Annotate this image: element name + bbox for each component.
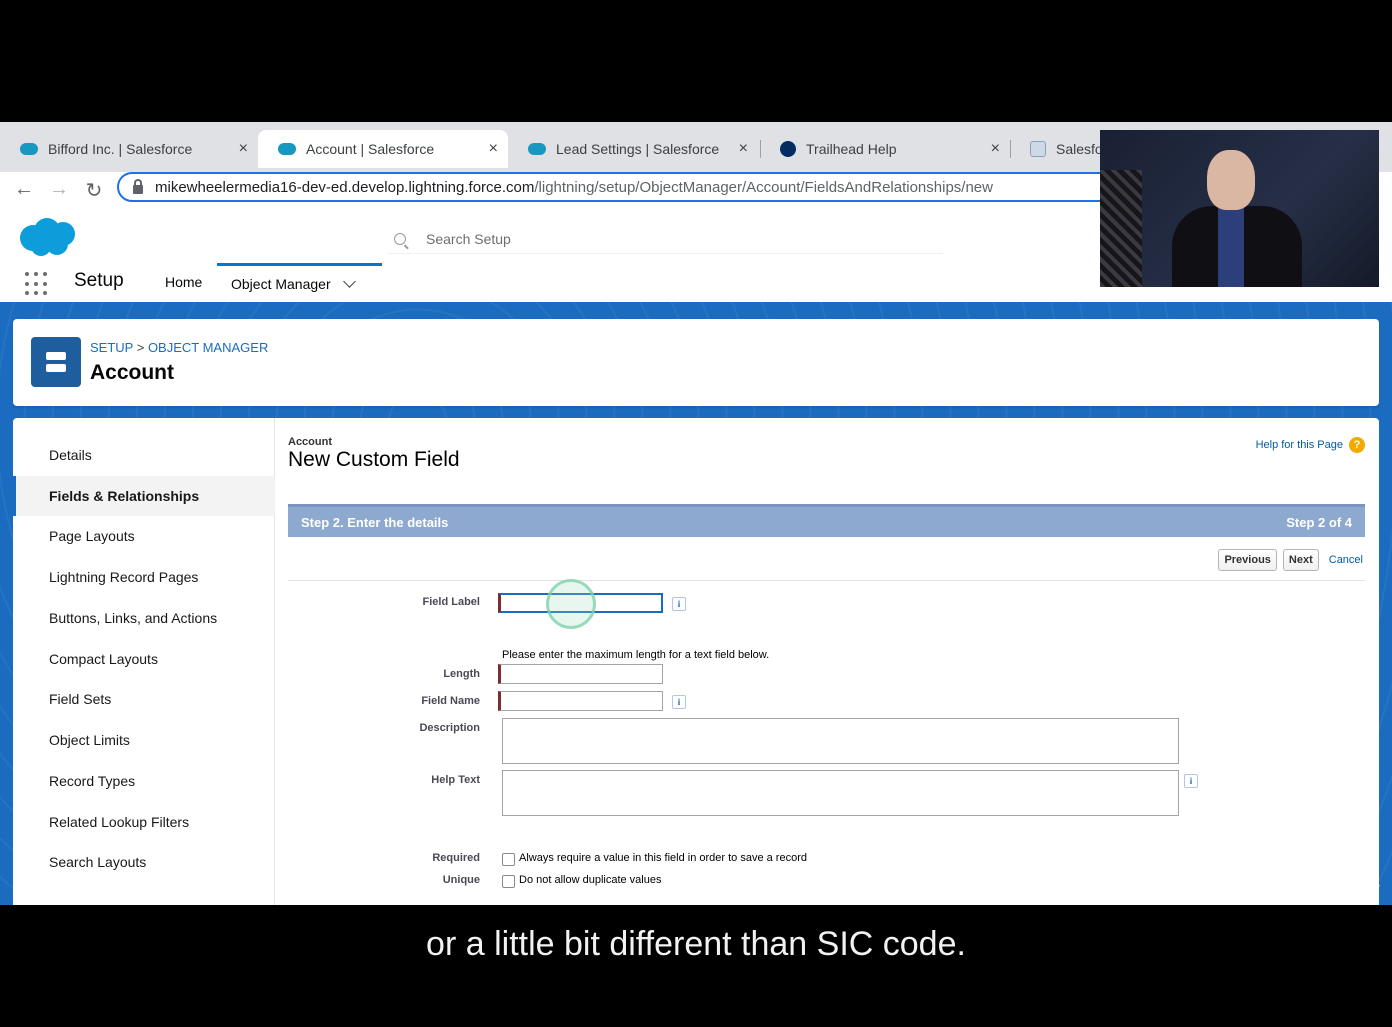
app-name: Setup bbox=[74, 270, 124, 291]
unique-label: Unique bbox=[442, 874, 480, 886]
help-text-label: Help Text bbox=[431, 774, 480, 786]
field-label-label: Field Label bbox=[422, 596, 480, 608]
object-sidebar-nav: Details Fields & Relationships Page Layo… bbox=[13, 418, 275, 905]
udemy-watermark: Ûdemy bbox=[1338, 880, 1380, 895]
field-name-label: Field Name bbox=[421, 695, 480, 707]
search-placeholder: Search Setup bbox=[426, 230, 511, 247]
search-icon bbox=[394, 232, 406, 245]
help-text-textarea[interactable] bbox=[502, 770, 1179, 816]
help-link-label: Help for this Page bbox=[1255, 439, 1343, 451]
breadcrumb-setup[interactable]: SETUP bbox=[90, 340, 133, 355]
required-label: Required bbox=[432, 852, 480, 864]
webcam-shelf bbox=[1100, 170, 1142, 287]
new-custom-field-form: Account New Custom Field Help for this P… bbox=[275, 418, 1379, 905]
video-frame: Bifford Inc. | Salesforce × Account | Sa… bbox=[0, 0, 1392, 1027]
previous-button[interactable]: Previous bbox=[1218, 549, 1277, 571]
browser-tab-account[interactable]: Account | Salesforce × bbox=[258, 130, 508, 168]
object-layers-icon bbox=[31, 337, 81, 387]
field-label-info-icon[interactable]: i bbox=[672, 597, 686, 611]
salesforce-favicon-icon bbox=[278, 143, 296, 155]
length-hint-text: Please enter the maximum length for a te… bbox=[502, 649, 770, 661]
webcam-person-shirt bbox=[1218, 208, 1244, 287]
salesforce-help-favicon-icon bbox=[1030, 141, 1046, 157]
app-launcher-icon[interactable] bbox=[25, 272, 49, 296]
salesforce-favicon-icon bbox=[528, 143, 546, 155]
help-text-info-icon[interactable]: i bbox=[1184, 774, 1198, 788]
object-detail-card: Details Fields & Relationships Page Layo… bbox=[13, 418, 1379, 905]
unique-checkbox-text: Do not allow duplicate values bbox=[519, 874, 662, 886]
wizard-button-row: Previous Next Cancel bbox=[1218, 549, 1363, 571]
setup-content-area: SETUP > OBJECT MANAGER Account Details F… bbox=[0, 302, 1392, 905]
browser-tab-bifford[interactable]: Bifford Inc. | Salesforce × bbox=[0, 130, 258, 168]
browser-tab-lead-settings[interactable]: Lead Settings | Salesforce × bbox=[508, 130, 758, 168]
tab-title: Trailhead Help bbox=[806, 141, 897, 157]
page-title: Account bbox=[90, 361, 174, 384]
instructor-webcam bbox=[1100, 130, 1379, 287]
cancel-link[interactable]: Cancel bbox=[1329, 554, 1363, 566]
salesforce-favicon-icon bbox=[20, 143, 38, 155]
sidebar-item-details[interactable]: Details bbox=[13, 435, 275, 475]
field-name-info-icon[interactable]: i bbox=[672, 695, 686, 709]
divider bbox=[288, 580, 1365, 581]
browser-tab-trailhead[interactable]: Trailhead Help × bbox=[760, 130, 1010, 168]
step-count: Step 2 of 4 bbox=[1286, 514, 1352, 530]
breadcrumb: SETUP > OBJECT MANAGER bbox=[90, 340, 268, 355]
step-label: Step 2. Enter the details bbox=[301, 514, 449, 530]
description-label: Description bbox=[419, 722, 480, 734]
sidebar-item-field-sets[interactable]: Field Sets bbox=[13, 679, 275, 719]
next-button[interactable]: Next bbox=[1282, 549, 1319, 571]
form-object-name: Account bbox=[288, 436, 332, 448]
sidebar-item-object-limits[interactable]: Object Limits bbox=[13, 720, 275, 760]
form-title: New Custom Field bbox=[288, 448, 460, 471]
video-caption: or a little bit different than SIC code. bbox=[426, 925, 966, 963]
url-host: mikewheelermedia16-dev-ed.develop.lightn… bbox=[155, 178, 535, 196]
sidebar-item-search-layouts[interactable]: Search Layouts bbox=[13, 842, 275, 882]
step-header-bar: Step 2. Enter the details Step 2 of 4 bbox=[288, 504, 1365, 537]
forward-arrow-icon[interactable]: → bbox=[47, 178, 71, 201]
nav-tab-label: Object Manager bbox=[231, 276, 331, 292]
field-name-input[interactable] bbox=[498, 691, 663, 711]
trailhead-favicon-icon bbox=[780, 141, 796, 157]
tab-title: Account | Salesforce bbox=[306, 141, 435, 157]
sidebar-item-related-lookup-filters[interactable]: Related Lookup Filters bbox=[13, 802, 275, 842]
reload-icon[interactable]: ↻ bbox=[82, 178, 106, 203]
search-setup-input[interactable]: Search Setup bbox=[388, 224, 943, 254]
chevron-down-icon[interactable] bbox=[342, 274, 356, 288]
sidebar-item-compact-layouts[interactable]: Compact Layouts bbox=[13, 639, 275, 679]
url-path: /lightning/setup/ObjectManager/Account/F… bbox=[534, 178, 993, 196]
salesforce-logo-icon[interactable] bbox=[17, 216, 79, 256]
close-tab-icon[interactable]: × bbox=[991, 140, 1000, 158]
breadcrumb-object-manager[interactable]: OBJECT MANAGER bbox=[148, 340, 268, 355]
object-header-card: SETUP > OBJECT MANAGER Account bbox=[13, 319, 1379, 406]
required-checkbox[interactable] bbox=[502, 853, 515, 866]
sidebar-item-buttons-links-actions[interactable]: Buttons, Links, and Actions bbox=[13, 598, 275, 638]
sidebar-item-record-types[interactable]: Record Types bbox=[13, 761, 275, 801]
sidebar-item-lightning-record-pages[interactable]: Lightning Record Pages bbox=[13, 557, 275, 597]
address-bar[interactable]: mikewheelermedia16-dev-ed.develop.lightn… bbox=[117, 172, 1117, 202]
description-textarea[interactable] bbox=[502, 718, 1179, 764]
sidebar-item-fields-relationships[interactable]: Fields & Relationships bbox=[13, 476, 275, 516]
nav-tab-object-manager[interactable]: Object Manager bbox=[217, 263, 382, 302]
mouse-cursor-highlight bbox=[546, 579, 596, 629]
breadcrumb-separator: > bbox=[133, 340, 148, 355]
unique-checkbox[interactable] bbox=[502, 875, 515, 888]
close-tab-icon[interactable]: × bbox=[739, 140, 748, 158]
sidebar-item-page-layouts[interactable]: Page Layouts bbox=[13, 516, 275, 556]
length-label: Length bbox=[443, 668, 480, 680]
tab-title: Bifford Inc. | Salesforce bbox=[48, 141, 193, 157]
close-tab-icon[interactable]: × bbox=[489, 140, 498, 158]
back-arrow-icon[interactable]: ← bbox=[12, 178, 36, 201]
lock-icon bbox=[133, 178, 143, 194]
close-tab-icon[interactable]: × bbox=[239, 140, 248, 158]
webcam-person-head bbox=[1207, 150, 1255, 210]
required-checkbox-text: Always require a value in this field in … bbox=[519, 852, 807, 864]
tab-title: Lead Settings | Salesforce bbox=[556, 141, 720, 157]
help-for-this-page-link[interactable]: Help for this Page ? bbox=[1256, 437, 1365, 453]
length-input[interactable] bbox=[498, 664, 663, 684]
help-question-icon: ? bbox=[1349, 437, 1365, 453]
nav-tab-home[interactable]: Home bbox=[165, 274, 202, 290]
